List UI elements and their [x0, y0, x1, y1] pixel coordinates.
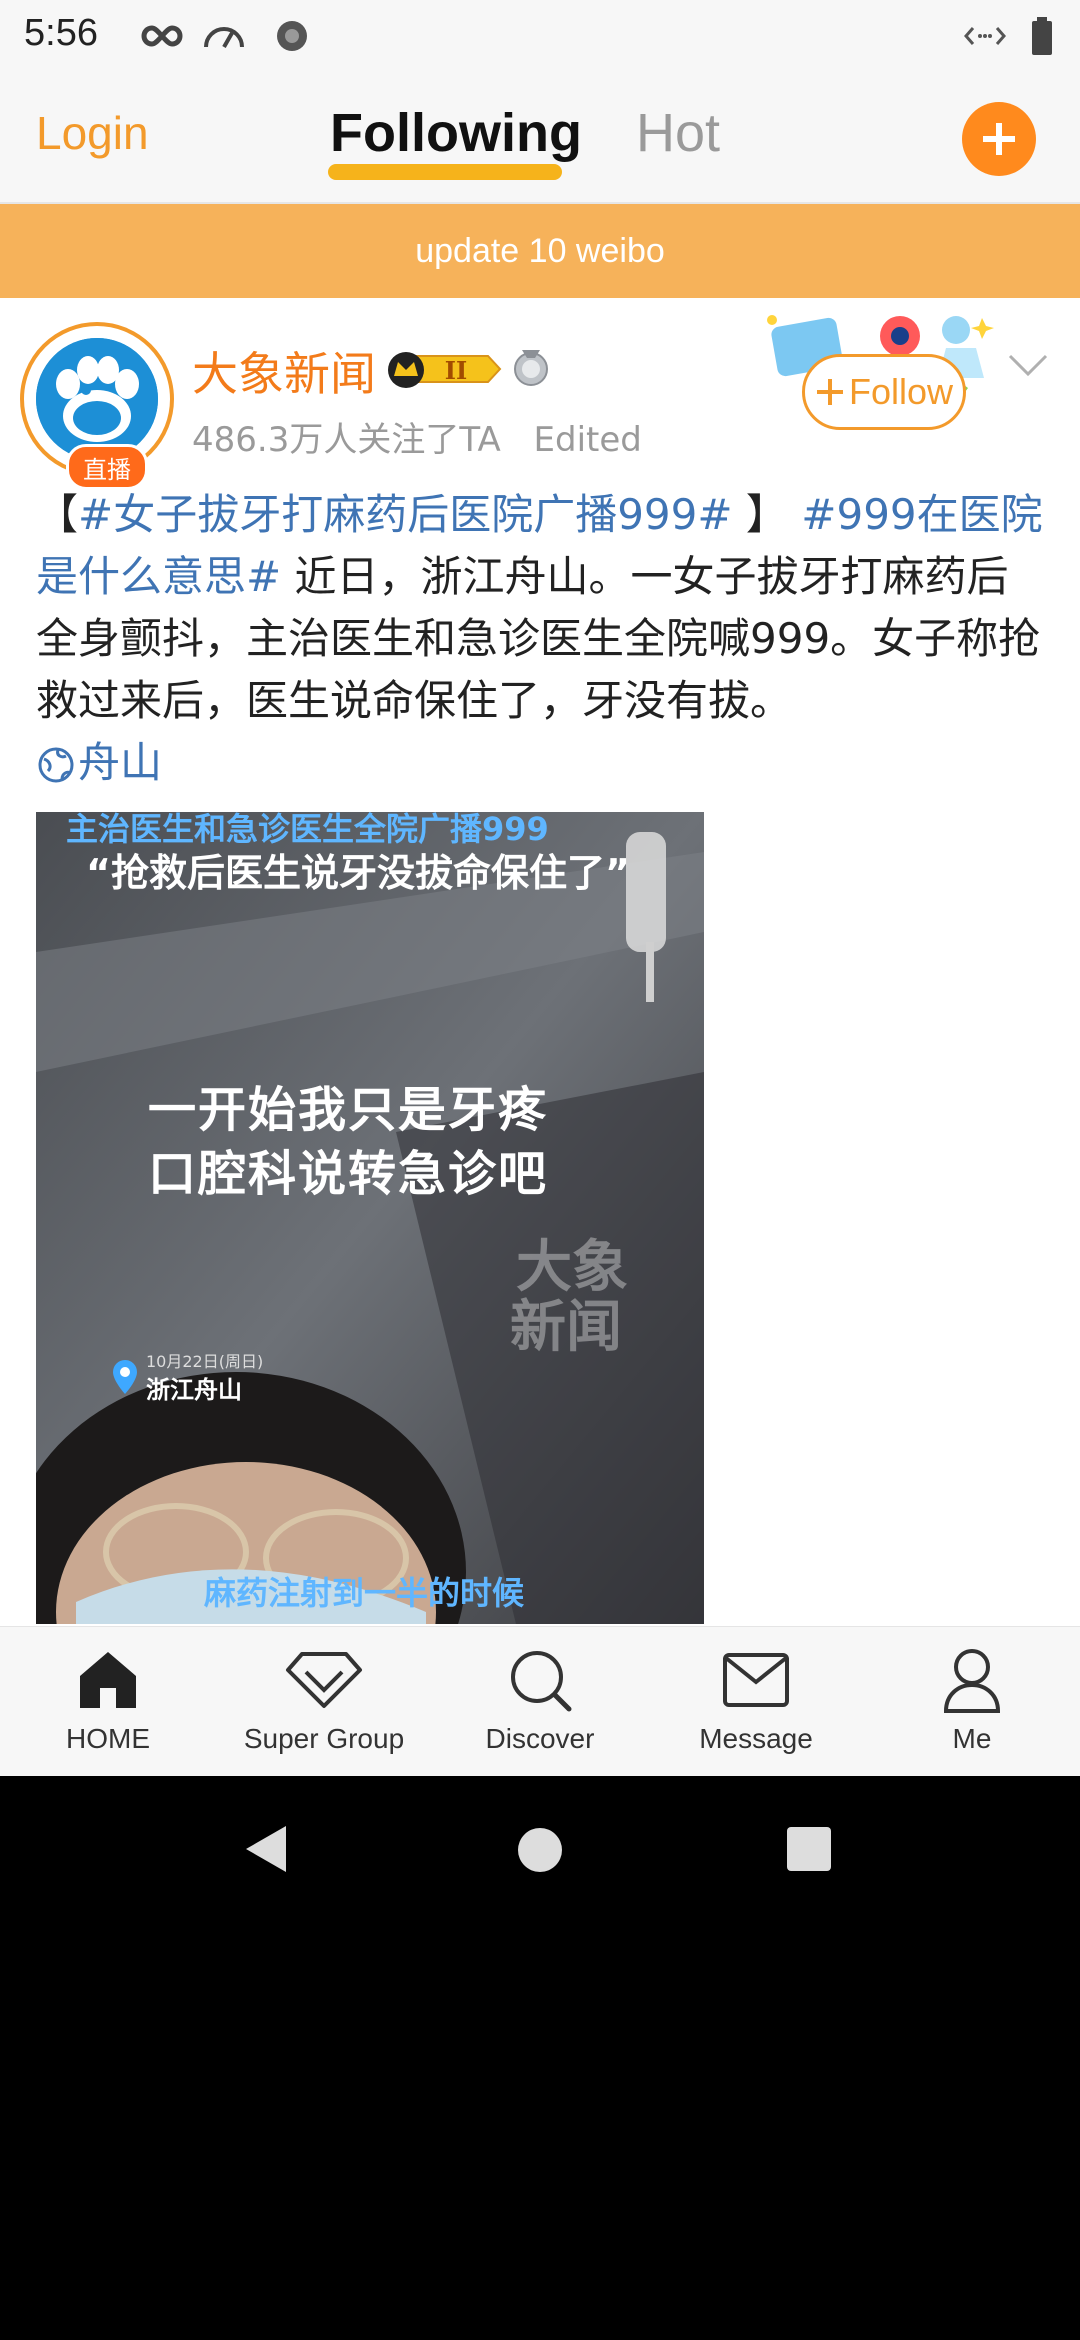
tab-hot[interactable]: Hot [636, 102, 720, 164]
vip-level-icon: II [384, 348, 502, 394]
author-name[interactable]: 大象新闻 [192, 338, 376, 404]
speedometer-icon [202, 16, 246, 56]
nav-home[interactable]: HOME [0, 1637, 216, 1755]
media-date-tag: 10月22日(周日) [146, 1352, 264, 1371]
infinity-icon [140, 16, 184, 56]
compose-button[interactable] [962, 102, 1036, 176]
media-caption-top-2: “抢救后医生说牙没拔命保住了” [86, 851, 630, 895]
nav-me-label: Me [952, 1723, 992, 1754]
nav-discover[interactable]: Discover [432, 1637, 648, 1755]
status-bar: 5:56 [0, 0, 1080, 72]
back-icon[interactable] [240, 1822, 290, 1880]
nav-discover-label: Discover [485, 1723, 595, 1754]
update-banner[interactable]: update 10 weibo [0, 204, 1080, 298]
nav-super-group[interactable]: Super Group [216, 1637, 432, 1755]
system-nav-bar [0, 1776, 1080, 1920]
post-meta: 486.3万人关注了TA Edited [192, 412, 664, 461]
location-link[interactable]: 舟山 [36, 738, 162, 787]
recents-icon[interactable] [786, 1826, 832, 1876]
map-pin-icon [112, 1360, 138, 1398]
follow-button[interactable]: Follow [802, 354, 966, 430]
post-image[interactable]: 主治医生和急诊医生全院广播999 “抢救后医生说牙没拔命保住了” 一开始我只是牙… [36, 812, 704, 1624]
author-avatar[interactable]: 直播 [20, 322, 174, 490]
data-transfer-icon [962, 16, 1008, 56]
tab-following-label: Following [330, 103, 582, 163]
globe-icon [38, 747, 74, 783]
post-text: 【#女子拔牙打麻药后医院广播999# 】 #999在医院是什么意思# 近日，浙江… [36, 484, 1046, 794]
diamond-icon [216, 1637, 432, 1723]
location-label: 舟山 [78, 738, 163, 787]
nav-home-label: HOME [66, 1723, 150, 1754]
media-watermark-2: 新闻 [510, 1295, 622, 1360]
chevron-down-icon[interactable] [1006, 352, 1050, 382]
plus-icon [983, 123, 1015, 155]
topic-link-1[interactable]: #女子拔牙打麻药后医院广播999# [78, 490, 733, 539]
top-nav: Login Following Hot [0, 72, 1080, 204]
status-time: 5:56 [24, 12, 98, 54]
nav-message-label: Message [699, 1723, 813, 1754]
media-center-text-1: 一开始我只是牙疼 [148, 1082, 549, 1138]
person-icon [864, 1637, 1080, 1723]
follow-label: Follow [848, 371, 954, 412]
tab-hot-label: Hot [636, 103, 721, 163]
search-icon [432, 1637, 648, 1723]
media-center-text-2: 口腔科说转急诊吧 [148, 1146, 549, 1202]
svg-text:II: II [445, 356, 467, 385]
bracket-open: 【 [36, 490, 79, 539]
nav-super-group-label: Super Group [243, 1723, 405, 1754]
battery-icon [1030, 16, 1054, 56]
bottom-nav: HOME Super Group Discover Message Me [0, 1626, 1080, 1776]
paw-logo-icon [36, 338, 158, 460]
bracket-close: 】 [732, 490, 788, 539]
home-icon [0, 1637, 216, 1723]
app-screen: 5:56 Login Following Hot update 10 weibo [0, 0, 1080, 1776]
active-tab-indicator [328, 164, 562, 180]
media-subtitle: 麻药注射到一半的时候 [204, 1574, 525, 1612]
login-link[interactable]: Login [36, 106, 149, 160]
home-circle-icon[interactable] [516, 1826, 564, 1878]
medal-icon [510, 346, 552, 392]
nav-message[interactable]: Message [648, 1637, 864, 1755]
envelope-icon [648, 1637, 864, 1723]
media-location-tag: 浙江舟山 [146, 1376, 242, 1404]
notification-badge-icon [274, 16, 310, 56]
edited-label: Edited [533, 420, 642, 460]
plus-icon [816, 379, 843, 405]
followers-count: 486.3万人关注了TA [192, 420, 501, 460]
nav-me[interactable]: Me [864, 1637, 1080, 1755]
tab-following[interactable]: Following [330, 102, 582, 164]
